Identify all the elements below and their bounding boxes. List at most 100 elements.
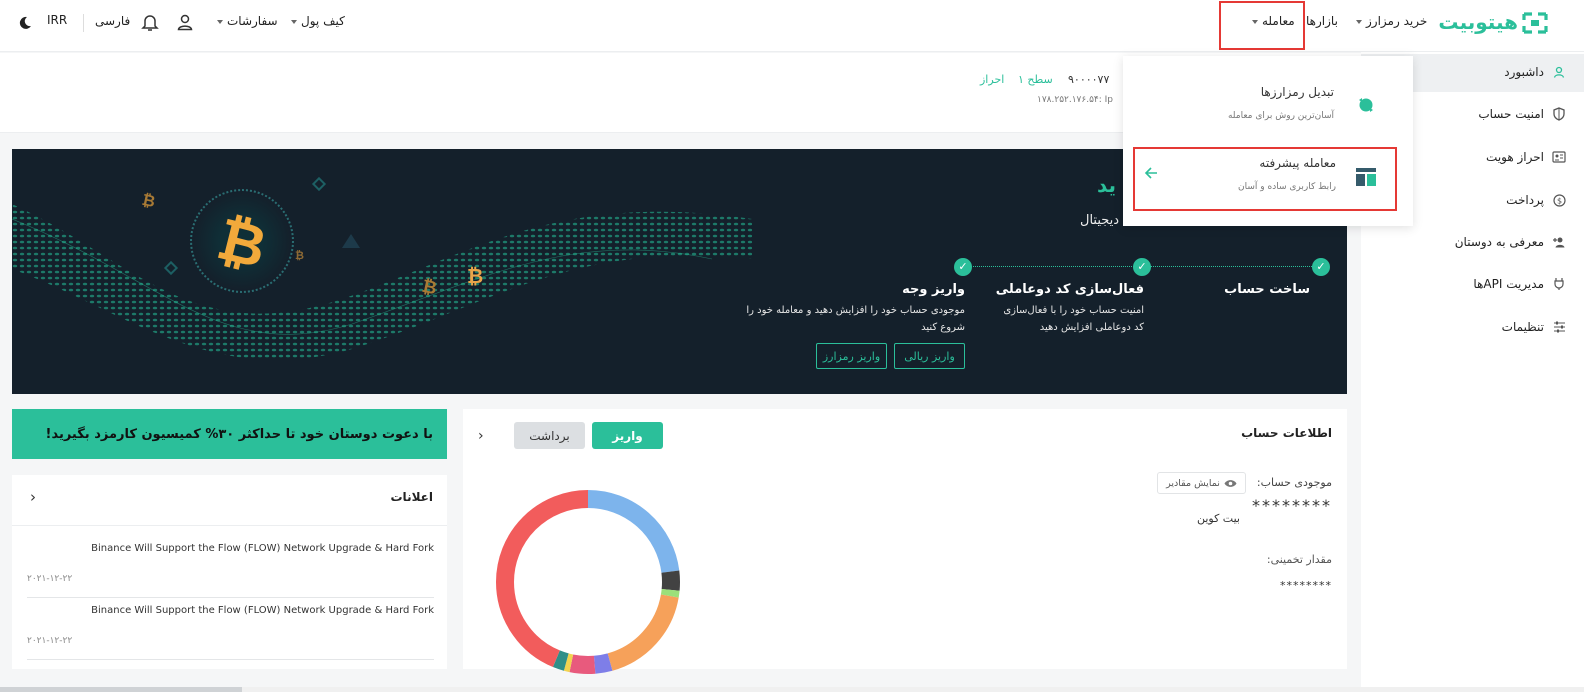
- show-values-button[interactable]: نمایش مقادیر: [1157, 472, 1246, 494]
- logo-text: هیتوبیت: [1438, 10, 1518, 34]
- nav-buy-crypto-label: خرید رمزارز: [1366, 14, 1428, 28]
- highlight-advanced-trade: [1133, 147, 1397, 211]
- id-card-icon: [1552, 150, 1566, 164]
- scrollbar-thumb[interactable]: [0, 687, 242, 692]
- promo-text: با دعوت دوستان خود تا حداکثر ۳۰% کمیسیون…: [45, 426, 433, 442]
- convert-icon: [1356, 95, 1376, 115]
- sidebar-item-label: تنظیمات: [1501, 320, 1544, 334]
- nav-wallet-label: کیف پول: [301, 14, 345, 28]
- sidebar-item-security[interactable]: امنیت حساب: [1478, 107, 1566, 121]
- divider: [83, 14, 84, 32]
- notice-date: ۲۰۲۱-۱۲-۲۲: [27, 574, 73, 584]
- step-title: ساخت حساب: [1224, 282, 1310, 297]
- account-info-card: اطلاعات حساب واریز برداشت › موجودی حساب:…: [463, 409, 1347, 674]
- divider: [27, 597, 434, 598]
- sidebar-item-label: داشبورد: [1504, 65, 1544, 79]
- deposit-button[interactable]: واریز: [592, 422, 663, 449]
- estimate-masked: ********: [1280, 579, 1332, 592]
- dropdown-item-convert[interactable]: تبدیل رمزارزها آسان‌ترین روش برای معامله: [1123, 70, 1413, 132]
- check-icon: ✓: [1133, 258, 1151, 276]
- verify-link[interactable]: احراز: [980, 73, 1004, 86]
- bitcoin-small-icon: ₿: [295, 249, 304, 262]
- language-label: فارسی: [95, 14, 131, 28]
- dropdown-item-subtitle: آسان‌ترین روش برای معامله: [1227, 111, 1334, 121]
- step-title: فعال‌سازی کد دوعاملی: [995, 282, 1144, 297]
- sidebar-item-settings[interactable]: تنظیمات: [1502, 320, 1566, 334]
- user-id: ۹۰۰۰۰۷۷: [1068, 73, 1110, 86]
- logo[interactable]: هیتوبیت: [1430, 8, 1550, 38]
- nav-wallet[interactable]: کیف پول: [287, 14, 345, 28]
- user-ip: ۱۷۸.۲۵۲.۱۷۶.۵۴: Ip: [1037, 95, 1114, 105]
- nav-orders-label: سفارشات: [227, 14, 278, 28]
- eye-icon: [1224, 479, 1237, 488]
- chevron-right-icon[interactable]: ›: [478, 428, 484, 444]
- plug-icon: [1552, 277, 1566, 291]
- nav-orders[interactable]: سفارشات: [213, 14, 278, 28]
- nav-markets[interactable]: بازارها: [1306, 14, 1338, 28]
- deposit-crypto-label: واریز رمزارز: [822, 349, 881, 363]
- notices-card: اعلانات › Binance Will Support the Flow …: [12, 475, 447, 669]
- asset-donut-chart: [496, 490, 680, 674]
- notice-date: ۲۰۲۱-۱۲-۲۲: [27, 636, 73, 646]
- divider: [12, 525, 447, 526]
- sidebar-item-payment[interactable]: $ پرداخت: [1506, 193, 1566, 207]
- notice-title: Binance Will Support the Flow (FLOW) Net…: [91, 605, 434, 616]
- step-desc: امنیت حساب خود را با فعال‌سازی کد دوعامل…: [1003, 305, 1144, 333]
- sidebar-item-identity[interactable]: احراز هویت: [1486, 150, 1566, 164]
- deposit-crypto-button[interactable]: واریز رمزارز: [816, 343, 887, 369]
- horizontal-scrollbar[interactable]: [0, 687, 1584, 692]
- shield-icon: [1552, 107, 1566, 121]
- top-navbar: هیتوبیت خرید رمزارز بازارها معامله کیف پ…: [0, 0, 1584, 52]
- divider: [27, 659, 434, 660]
- estimate-label: مقدار تخمینی:: [1266, 553, 1332, 566]
- nav-buy-crypto[interactable]: خرید رمزارز: [1352, 14, 1427, 28]
- step-desc: موجودی حساب خود را افزایش دهید و معامله …: [746, 305, 965, 333]
- sliders-icon: [1552, 320, 1566, 334]
- sidebar-item-referral[interactable]: معرفی به دوستان: [1455, 235, 1566, 249]
- sidebar-item-api[interactable]: مدیریت APIها: [1473, 277, 1566, 291]
- currency-switch[interactable]: IRR: [47, 13, 67, 27]
- moon-icon[interactable]: [18, 15, 32, 29]
- highlight-trade-menu: [1219, 1, 1305, 50]
- bitcoin-small-icon: ₿: [467, 264, 484, 288]
- logo-icon: [1522, 12, 1548, 34]
- wave-decoration: [12, 204, 752, 360]
- chevron-down-icon: [1356, 19, 1362, 24]
- sidebar-item-label: امنیت حساب: [1478, 107, 1544, 121]
- withdraw-label: برداشت: [529, 428, 570, 443]
- language-switch[interactable]: فارسی: [95, 14, 130, 28]
- balance-label: موجودی حساب:: [1256, 476, 1332, 489]
- add-user-icon: [1552, 235, 1566, 249]
- check-icon: ✓: [1312, 258, 1330, 276]
- svg-text:$: $: [1556, 196, 1561, 205]
- sidebar-item-label: پرداخت: [1506, 193, 1544, 207]
- withdraw-button[interactable]: برداشت: [514, 422, 585, 449]
- check-icon: ✓: [954, 258, 972, 276]
- user-level: سطح ۱: [1018, 73, 1053, 86]
- show-values-label: نمایش مقادیر: [1166, 477, 1220, 489]
- balance-masked: ********: [1252, 496, 1332, 515]
- dropdown-item-title: تبدیل رمزارزها: [1260, 85, 1334, 99]
- currency-label: IRR: [47, 13, 68, 27]
- payment-icon: $: [1552, 193, 1566, 207]
- sidebar-item-label: احراز هویت: [1486, 150, 1544, 164]
- chevron-down-icon: [217, 19, 223, 24]
- deposit-rial-button[interactable]: واریز ریالی: [894, 343, 965, 369]
- notice-title: Binance Will Support the Flow (FLOW) Net…: [91, 543, 434, 554]
- step-title: واریز وجه: [902, 282, 965, 297]
- account-title: اطلاعات حساب: [1241, 426, 1332, 440]
- banner-headline: ید: [1097, 173, 1117, 197]
- referral-promo-banner[interactable]: با دعوت دوستان خود تا حداکثر ۳۰% کمیسیون…: [12, 409, 447, 459]
- chevron-right-icon[interactable]: ›: [30, 488, 36, 506]
- sidebar-item-label: مدیریت APIها: [1473, 277, 1544, 291]
- chevron-down-icon: [291, 19, 297, 24]
- balance-unit: بیت کوین: [1196, 512, 1240, 525]
- user-icon: [1552, 65, 1566, 79]
- deposit-label: واریز: [612, 428, 643, 443]
- nav-markets-label: بازارها: [1306, 14, 1338, 28]
- sidebar-item-dashboard[interactable]: داشبورد: [1504, 65, 1566, 79]
- bell-icon[interactable]: [141, 12, 159, 32]
- notices-title: اعلانات: [390, 490, 434, 504]
- user-icon[interactable]: [176, 13, 194, 31]
- deposit-rial-label: واریز ریالی: [904, 349, 955, 363]
